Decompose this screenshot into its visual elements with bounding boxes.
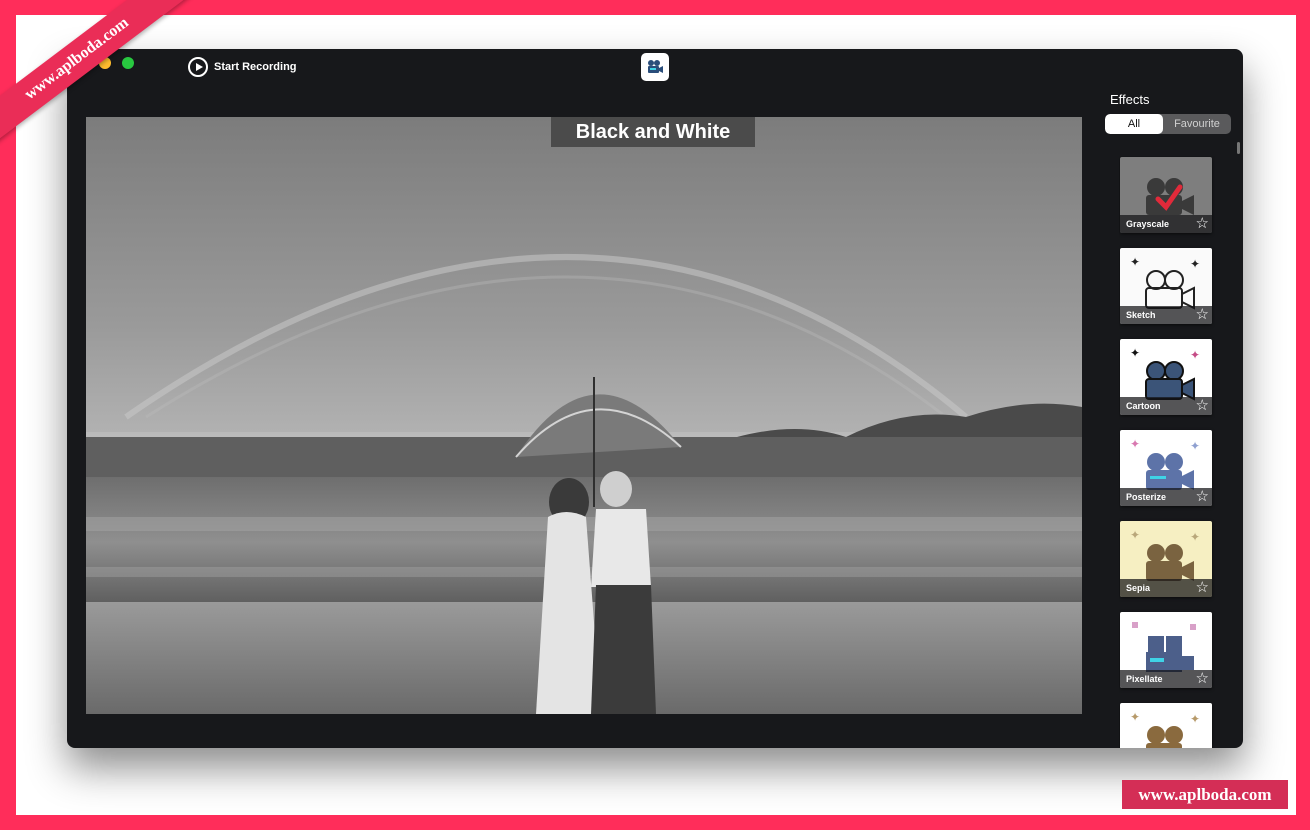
video-camera-icon <box>641 53 669 81</box>
app-window: Start Recording Black and White Effects … <box>67 49 1243 748</box>
effects-list: Grayscale ☆ ✦ ✦ Sketch ☆ ✦ ✦ Cartoon ☆ ✦… <box>1119 156 1215 748</box>
favourite-star-icon[interactable]: ☆ <box>1196 398 1209 414</box>
favourite-star-icon[interactable]: ☆ <box>1196 489 1209 505</box>
filter-favourite-tab[interactable]: Favourite <box>1163 114 1231 134</box>
svg-text:✦: ✦ <box>1130 255 1140 269</box>
svg-text:✦: ✦ <box>1190 712 1200 726</box>
effect-label: Posterize <box>1126 492 1167 502</box>
svg-text:✦: ✦ <box>1190 439 1200 453</box>
svg-text:✦: ✦ <box>1130 528 1140 542</box>
zoom-window-button[interactable] <box>122 57 134 69</box>
favourite-star-icon[interactable]: ☆ <box>1196 307 1209 323</box>
favourite-star-icon[interactable]: ☆ <box>1196 671 1209 687</box>
preview-photo <box>86 117 1082 714</box>
start-recording-label: Start Recording <box>214 61 297 73</box>
effect-label: Sepia <box>1126 583 1151 593</box>
effect-title-banner: Black and White <box>551 117 755 147</box>
effect-label: Grayscale <box>1126 219 1170 229</box>
start-recording-button[interactable]: Start Recording <box>188 55 297 79</box>
favourite-star-icon[interactable]: ☆ <box>1196 216 1209 232</box>
svg-text:✦: ✦ <box>1190 348 1200 362</box>
effect-label: Cartoon <box>1126 401 1161 411</box>
svg-text:✦: ✦ <box>1190 530 1200 544</box>
svg-text:✦: ✦ <box>1130 346 1140 360</box>
play-icon <box>188 57 208 77</box>
effect-card-posterize[interactable]: ✦ ✦ Posterize ☆ <box>1120 430 1212 506</box>
svg-text:✦: ✦ <box>1130 437 1140 451</box>
effect-card-next[interactable]: ✦ ✦ <box>1120 703 1212 748</box>
svg-text:✦: ✦ <box>1190 257 1200 271</box>
effect-label: Sketch <box>1126 310 1156 320</box>
filter-all-tab[interactable]: All <box>1105 114 1163 134</box>
svg-text:✦: ✦ <box>1130 710 1140 724</box>
effect-card-cartoon[interactable]: ✦ ✦ Cartoon ☆ <box>1120 339 1212 415</box>
effects-heading: Effects <box>1110 92 1150 107</box>
favourite-star-icon[interactable]: ☆ <box>1196 580 1209 596</box>
effect-card-pixellate[interactable]: Pixellate ☆ <box>1120 612 1212 688</box>
effects-scrollbar[interactable] <box>1237 142 1240 154</box>
camera-preview: Black and White <box>86 117 1082 714</box>
effect-card-sepia[interactable]: ✦ ✦ Sepia ☆ <box>1120 521 1212 597</box>
video-camera-icon: ✦ ✦ <box>1130 710 1200 748</box>
effects-filter-control: All Favourite <box>1105 114 1231 134</box>
effect-card-sketch[interactable]: ✦ ✦ Sketch ☆ <box>1120 248 1212 324</box>
watermark-badge: www.aplboda.com <box>1122 780 1288 809</box>
effect-card-grayscale[interactable]: Grayscale ☆ <box>1120 157 1212 233</box>
effect-label: Pixellate <box>1126 674 1163 684</box>
